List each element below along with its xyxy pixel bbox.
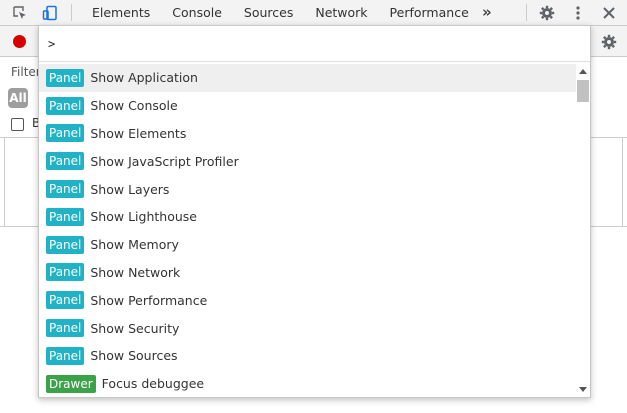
command-item-focus-debuggee[interactable]: Drawer Focus debuggee	[39, 370, 576, 397]
grid-divider	[622, 138, 623, 226]
command-item-show-sources[interactable]: Panel Show Sources	[39, 342, 576, 370]
command-input[interactable]	[48, 34, 578, 54]
command-item-show-network[interactable]: Panel Show Network	[39, 259, 576, 287]
command-item-show-memory[interactable]: Panel Show Memory	[39, 231, 576, 259]
command-label: Show Security	[90, 320, 180, 336]
tab-console[interactable]: Console	[161, 0, 233, 26]
toolbar-divider	[526, 4, 527, 21]
more-vertical-icon[interactable]	[568, 3, 588, 23]
category-badge: Panel	[46, 124, 85, 143]
gear-icon[interactable]	[537, 3, 557, 23]
filter-checkbox[interactable]	[11, 118, 24, 131]
command-item-show-performance[interactable]: Panel Show Performance	[39, 286, 576, 314]
command-menu: Panel Show Application Panel Show Consol…	[38, 25, 591, 398]
toolbar-divider	[71, 4, 72, 21]
command-item-show-layers[interactable]: Panel Show Layers	[39, 175, 576, 203]
command-item-show-security[interactable]: Panel Show Security	[39, 314, 576, 342]
category-badge: Panel	[46, 68, 85, 87]
inspect-element-icon[interactable]	[10, 3, 30, 23]
command-item-show-console[interactable]: Panel Show Console	[39, 92, 576, 120]
command-label: Show Memory	[90, 237, 179, 253]
command-item-show-javascript-profiler[interactable]: Panel Show JavaScript Profiler	[39, 147, 576, 175]
command-input-container	[39, 26, 590, 62]
filter-input[interactable]: Filter	[11, 65, 41, 79]
filter-all-button[interactable]: All	[8, 88, 28, 108]
category-badge: Panel	[46, 180, 85, 199]
command-item-show-application[interactable]: Panel Show Application	[39, 64, 576, 92]
command-list-scrollbar[interactable]	[576, 64, 590, 397]
command-list: Panel Show Application Panel Show Consol…	[39, 64, 576, 397]
command-item-show-lighthouse[interactable]: Panel Show Lighthouse	[39, 203, 576, 231]
device-toolbar-icon[interactable]	[40, 3, 60, 23]
scroll-down-arrow-icon[interactable]	[579, 387, 587, 392]
tab-sources[interactable]: Sources	[233, 0, 304, 26]
tab-performance[interactable]: Performance	[379, 0, 480, 26]
devtools-window: Elements Console Sources Network Perform…	[0, 0, 627, 413]
scrollbar-thumb[interactable]	[577, 80, 589, 102]
category-badge: Panel	[46, 291, 85, 310]
tab-elements[interactable]: Elements	[81, 0, 161, 26]
devtools-tab-bar: Elements Console Sources Network Perform…	[0, 0, 627, 26]
command-label: Show Application	[90, 70, 198, 86]
tab-network[interactable]: Network	[304, 0, 378, 26]
command-label: Show Network	[90, 264, 181, 280]
scroll-up-arrow-icon[interactable]	[579, 69, 587, 74]
command-label: Show JavaScript Profiler	[90, 153, 239, 169]
close-icon[interactable]	[599, 3, 619, 23]
command-label: Show Layers	[90, 181, 170, 197]
category-badge: Panel	[46, 346, 85, 365]
gear-icon[interactable]	[599, 32, 619, 52]
category-badge: Panel	[46, 263, 85, 282]
category-badge: Panel	[46, 96, 85, 115]
category-badge: Drawer	[46, 374, 96, 393]
command-label: Show Sources	[90, 348, 178, 364]
record-button[interactable]	[13, 35, 26, 48]
command-label: Show Lighthouse	[90, 209, 197, 225]
category-badge: Panel	[46, 319, 85, 338]
command-label: Show Performance	[90, 292, 208, 308]
panel-tabs: Elements Console Sources Network Perform…	[81, 0, 480, 26]
command-label: Show Elements	[90, 125, 187, 141]
category-badge: Panel	[46, 207, 85, 226]
command-label: Show Console	[90, 98, 178, 114]
command-item-show-elements[interactable]: Panel Show Elements	[39, 120, 576, 148]
grid-divider	[4, 138, 5, 226]
more-tabs-button[interactable]: »	[482, 0, 492, 26]
command-label: Focus debuggee	[101, 376, 205, 392]
category-badge: Panel	[46, 152, 85, 171]
category-badge: Panel	[46, 235, 85, 254]
